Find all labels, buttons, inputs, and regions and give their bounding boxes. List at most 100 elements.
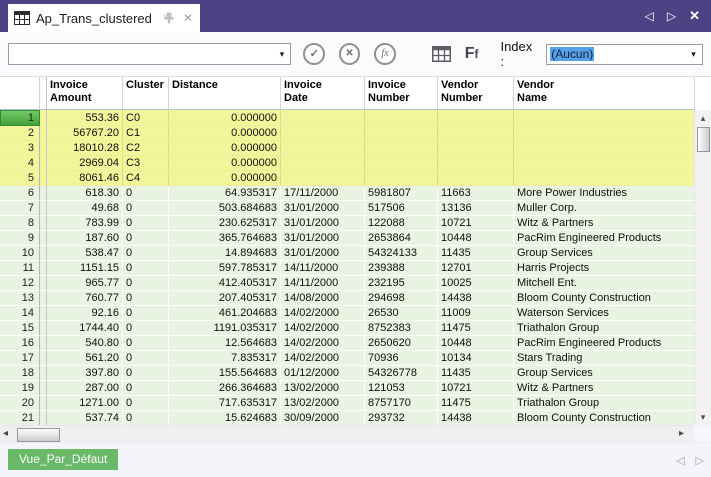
cell-cluster[interactable]: C1 bbox=[123, 126, 169, 141]
cell-vendor_name[interactable]: More Power Industries bbox=[514, 186, 695, 201]
cell-amount[interactable]: 783.99 bbox=[47, 216, 123, 231]
cell-vendor_number[interactable] bbox=[438, 156, 514, 171]
row-number-cell[interactable]: 13 bbox=[0, 291, 40, 306]
cell-invoice_number[interactable] bbox=[365, 110, 438, 126]
horizontal-scrollbar[interactable]: ◂ ▸ bbox=[0, 425, 694, 442]
cell-date[interactable]: 14/11/2000 bbox=[281, 276, 365, 291]
cell-distance[interactable]: 7.835317 bbox=[169, 351, 281, 366]
cell-amount[interactable]: 2969.04 bbox=[47, 156, 123, 171]
cell-distance[interactable]: 717.635317 bbox=[169, 396, 281, 411]
cell-distance[interactable]: 12.564683 bbox=[169, 336, 281, 351]
scroll-down-icon[interactable]: ▾ bbox=[695, 412, 711, 423]
row-number-cell[interactable]: 3 bbox=[0, 141, 40, 156]
pin-icon[interactable] bbox=[162, 12, 175, 24]
cell-distance[interactable]: 0.000000 bbox=[169, 110, 281, 126]
row-number-cell[interactable]: 19 bbox=[0, 381, 40, 396]
cell-date[interactable] bbox=[281, 126, 365, 141]
cell-invoice_number[interactable]: 8757170 bbox=[365, 396, 438, 411]
view-prev-icon[interactable]: ◁ bbox=[676, 454, 684, 467]
cell-vendor_number[interactable]: 10721 bbox=[438, 216, 514, 231]
row-number-cell[interactable]: 17 bbox=[0, 351, 40, 366]
cell-vendor_number[interactable]: 13136 bbox=[438, 201, 514, 216]
cell-vendor_number[interactable]: 10448 bbox=[438, 336, 514, 351]
cell-vendor_name[interactable]: Triathalon Group bbox=[514, 396, 695, 411]
cell-cluster[interactable]: C0 bbox=[123, 110, 169, 126]
cell-vendor_name[interactable]: Muller Corp. bbox=[514, 201, 695, 216]
cell-invoice_number[interactable]: 54326778 bbox=[365, 366, 438, 381]
scroll-up-icon[interactable]: ▴ bbox=[695, 113, 711, 124]
cell-amount[interactable]: 56767.20 bbox=[47, 126, 123, 141]
cell-distance[interactable]: 14.894683 bbox=[169, 246, 281, 261]
cell-invoice_number[interactable] bbox=[365, 141, 438, 156]
close-pane-icon[interactable]: ✕ bbox=[689, 8, 700, 24]
cell-distance[interactable]: 0.000000 bbox=[169, 141, 281, 156]
row-number-cell[interactable]: 21 bbox=[0, 411, 40, 426]
cell-date[interactable] bbox=[281, 110, 365, 126]
cell-distance[interactable]: 0.000000 bbox=[169, 126, 281, 141]
column-header-vendor_number[interactable]: Vendor Number bbox=[438, 77, 514, 110]
cell-vendor_number[interactable]: 11475 bbox=[438, 321, 514, 336]
cell-amount[interactable]: 187.60 bbox=[47, 231, 123, 246]
cell-vendor_name[interactable]: Witz & Partners bbox=[514, 216, 695, 231]
cell-cluster[interactable]: 0 bbox=[123, 381, 169, 396]
cell-vendor_name[interactable]: Witz & Partners bbox=[514, 381, 695, 396]
row-number-cell[interactable]: 6 bbox=[0, 186, 40, 201]
cell-vendor_name[interactable] bbox=[514, 141, 695, 156]
cell-vendor_name[interactable]: Group Services bbox=[514, 366, 695, 381]
cell-amount[interactable]: 760.77 bbox=[47, 291, 123, 306]
cell-cluster[interactable]: 0 bbox=[123, 201, 169, 216]
cell-vendor_name[interactable] bbox=[514, 156, 695, 171]
cell-vendor_name[interactable] bbox=[514, 110, 695, 126]
cell-date[interactable] bbox=[281, 141, 365, 156]
cell-distance[interactable]: 0.000000 bbox=[169, 156, 281, 171]
font-button[interactable]: Ff bbox=[465, 45, 479, 63]
row-number-cell[interactable]: 4 bbox=[0, 156, 40, 171]
cell-amount[interactable]: 618.30 bbox=[47, 186, 123, 201]
cell-cluster[interactable]: 0 bbox=[123, 276, 169, 291]
cell-amount[interactable]: 1271.00 bbox=[47, 396, 123, 411]
cell-amount[interactable]: 8061.46 bbox=[47, 171, 123, 186]
cell-vendor_name[interactable]: Group Services bbox=[514, 246, 695, 261]
cell-amount[interactable]: 538.47 bbox=[47, 246, 123, 261]
cell-invoice_number[interactable]: 294698 bbox=[365, 291, 438, 306]
cell-distance[interactable]: 0.000000 bbox=[169, 171, 281, 186]
cell-vendor_number[interactable] bbox=[438, 171, 514, 186]
column-header-vendor_name[interactable]: Vendor Name bbox=[514, 77, 695, 110]
row-number-cell[interactable]: 20 bbox=[0, 396, 40, 411]
cell-amount[interactable]: 965.77 bbox=[47, 276, 123, 291]
apply-filter-button[interactable]: ✓ bbox=[303, 43, 324, 65]
cell-date[interactable]: 14/02/2000 bbox=[281, 336, 365, 351]
cell-amount[interactable]: 92.16 bbox=[47, 306, 123, 321]
column-header-amount[interactable]: Invoice Amount bbox=[47, 77, 123, 110]
cell-vendor_number[interactable]: 10134 bbox=[438, 351, 514, 366]
row-number-cell[interactable]: 18 bbox=[0, 366, 40, 381]
column-header-cluster[interactable]: Cluster bbox=[123, 77, 169, 110]
cell-amount[interactable]: 1151.15 bbox=[47, 261, 123, 276]
filter-input[interactable] bbox=[9, 44, 273, 64]
cell-vendor_number[interactable] bbox=[438, 141, 514, 156]
tab-ap-trans-clustered[interactable]: Ap_Trans_clustered ✕ bbox=[8, 4, 200, 32]
cell-cluster[interactable]: C2 bbox=[123, 141, 169, 156]
cell-date[interactable]: 14/02/2000 bbox=[281, 306, 365, 321]
cell-vendor_name[interactable]: PacRim Engineered Products bbox=[514, 336, 695, 351]
cell-cluster[interactable]: 0 bbox=[123, 291, 169, 306]
row-number-cell[interactable]: 16 bbox=[0, 336, 40, 351]
cell-date[interactable] bbox=[281, 156, 365, 171]
cell-distance[interactable]: 503.684683 bbox=[169, 201, 281, 216]
nav-forward-icon[interactable]: ▷ bbox=[667, 9, 676, 23]
column-header-invoice_number[interactable]: Invoice Number bbox=[365, 77, 438, 110]
cell-date[interactable]: 14/11/2000 bbox=[281, 261, 365, 276]
cell-cluster[interactable]: 0 bbox=[123, 411, 169, 426]
table-layout-button[interactable] bbox=[432, 46, 451, 62]
cell-cluster[interactable]: 0 bbox=[123, 261, 169, 276]
row-number-cell[interactable]: 14 bbox=[0, 306, 40, 321]
cell-invoice_number[interactable] bbox=[365, 156, 438, 171]
cell-vendor_name[interactable]: Waterson Services bbox=[514, 306, 695, 321]
cell-vendor_number[interactable]: 11435 bbox=[438, 246, 514, 261]
cell-amount[interactable]: 540.80 bbox=[47, 336, 123, 351]
vertical-scrollbar[interactable]: ▴ ▾ bbox=[694, 110, 711, 425]
row-number-cell[interactable]: 15 bbox=[0, 321, 40, 336]
cell-amount[interactable]: 49.68 bbox=[47, 201, 123, 216]
cell-date[interactable]: 14/02/2000 bbox=[281, 351, 365, 366]
cell-vendor_name[interactable]: PacRim Engineered Products bbox=[514, 231, 695, 246]
